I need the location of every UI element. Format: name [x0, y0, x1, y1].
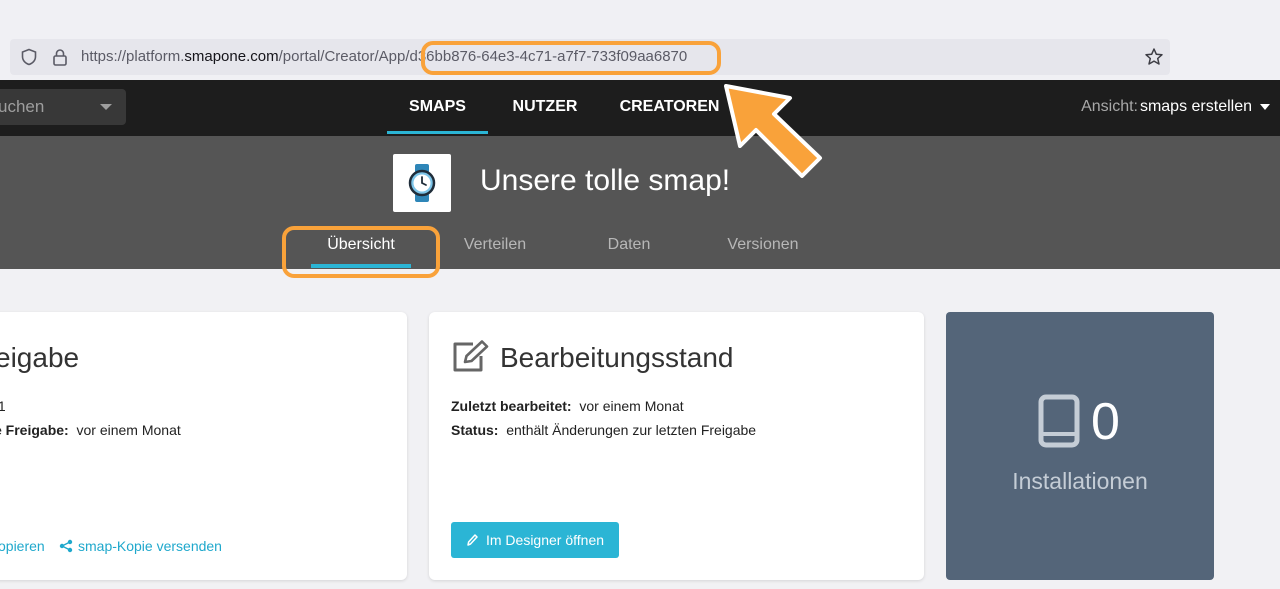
nav-tab-creatoren[interactable]: CREATOREN: [612, 80, 727, 136]
send-copy-label: smap-Kopie versenden: [78, 538, 222, 554]
caret-down-icon: [1260, 104, 1270, 110]
version-value: .1: [0, 398, 6, 414]
search-dropdown[interactable]: uchen: [0, 89, 126, 125]
release-card: eigabe .1 e Freigabe: vor einem Monat op…: [0, 312, 407, 580]
star-icon[interactable]: [1144, 39, 1164, 75]
edit-icon: [453, 340, 489, 372]
last-edited-label: Zuletzt bearbeitet:: [451, 398, 572, 414]
pointer-arrow-icon: [724, 84, 822, 178]
installations-card: 0 Installationen: [946, 312, 1214, 580]
last-release-row: e Freigabe: vor einem Monat: [0, 422, 181, 438]
status-value: enthält Änderungen zur letzten Freigabe: [506, 422, 757, 438]
status-row: Status: enthält Änderungen zur letzten F…: [451, 422, 756, 438]
watch-icon: [393, 154, 451, 212]
lock-icon[interactable]: [52, 39, 68, 75]
url-prefix: https://platform.: [81, 48, 185, 65]
send-copy-link[interactable]: smap-Kopie versenden: [59, 538, 222, 554]
view-label: Ansicht:: [1081, 98, 1138, 115]
search-text: uchen: [0, 97, 45, 116]
view-selector[interactable]: smaps erstellen: [1140, 80, 1270, 134]
tablet-icon: [1038, 394, 1080, 448]
app-title: Unsere tolle smap!: [480, 164, 731, 197]
installations-count: 0: [1091, 393, 1120, 451]
open-designer-label: Im Designer öffnen: [485, 532, 605, 548]
shield-icon[interactable]: [20, 39, 38, 75]
nav-tab-smaps[interactable]: SMAPS: [387, 80, 488, 136]
share-icon: [59, 539, 73, 553]
installations-label: Installationen: [1012, 468, 1148, 494]
tab-highlight: [282, 226, 440, 278]
last-edited-row: Zuletzt bearbeitet: vor einem Monat: [451, 398, 684, 414]
chevron-down-icon: [100, 104, 112, 110]
pencil-icon: [467, 534, 478, 546]
tab-versionen[interactable]: Versionen: [699, 236, 827, 254]
nav-tab-nutzer[interactable]: NUTZER: [500, 80, 590, 136]
status-label: Status:: [451, 422, 499, 438]
edit-state-card: Bearbeitungsstand Zuletzt bearbeitet: vo…: [429, 312, 924, 580]
tab-daten[interactable]: Daten: [565, 236, 693, 254]
last-edited-value: vor einem Monat: [579, 398, 684, 414]
app-nav-bar: uchen SMAPS NUTZER CREATOREN Ansicht: sm…: [0, 80, 1280, 136]
copy-link[interactable]: opieren: [0, 538, 45, 554]
last-release-label: e Freigabe:: [0, 422, 69, 438]
open-designer-button[interactable]: Im Designer öffnen: [451, 522, 619, 558]
edit-card-title: Bearbeitungsstand: [500, 342, 734, 373]
url-path: /portal/Creator/App/: [278, 48, 410, 65]
app-header: Unsere tolle smap! Übersicht Verteilen D…: [0, 136, 1280, 269]
tab-verteilen[interactable]: Verteilen: [431, 236, 559, 254]
url-highlight: [421, 41, 721, 75]
url-host: smapone.com: [184, 48, 279, 65]
view-value: smaps erstellen: [1139, 98, 1252, 115]
last-release-value: vor einem Monat: [76, 422, 181, 438]
release-card-title: eigabe: [0, 342, 80, 373]
